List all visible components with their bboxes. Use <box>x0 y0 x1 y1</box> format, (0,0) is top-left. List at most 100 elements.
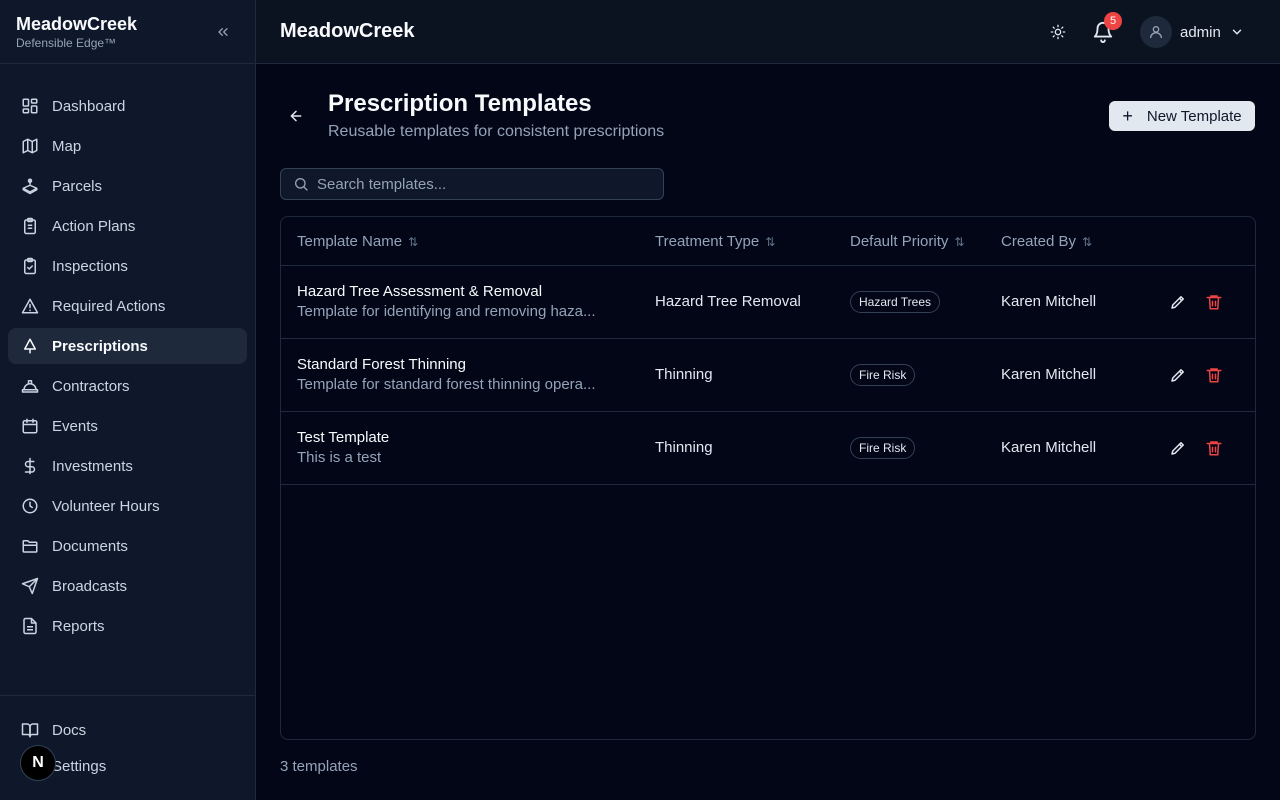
sidebar-item-label: Required Actions <box>52 297 166 315</box>
sidebar-item-parcels[interactable]: Parcels <box>8 168 247 204</box>
priority-badge: Fire Risk <box>850 364 916 386</box>
table-row[interactable]: Test Template This is a test Thinning Fi… <box>281 412 1255 485</box>
clipboard-icon <box>20 216 40 236</box>
sidebar-item-label: Prescriptions <box>52 337 148 355</box>
pencil-icon <box>1171 442 1184 455</box>
arrow-left-icon <box>290 110 302 122</box>
topbar: MeadowCreek 5 admin <box>256 0 1280 64</box>
trash-icon <box>1206 368 1222 383</box>
template-description: This is a test <box>297 449 382 466</box>
trash-icon <box>1206 295 1222 310</box>
search-icon <box>295 178 308 191</box>
edit-button[interactable] <box>1169 366 1187 384</box>
user-name: admin <box>1180 23 1221 41</box>
sidebar-item-events[interactable]: Events <box>8 408 247 444</box>
sidebar-item-required-actions[interactable]: Required Actions <box>8 288 247 324</box>
sidebar-item-label: Docs <box>52 721 87 739</box>
template-name-cell: Standard Forest Thinning Template for st… <box>297 356 596 394</box>
clock-icon <box>20 496 40 516</box>
hard-hat-icon <box>20 376 40 396</box>
templates-table: Template Name ⇅ Treatment Type ⇅ Default P… <box>280 216 1256 740</box>
sidebar-item-label: Events <box>52 417 98 435</box>
edit-button[interactable] <box>1169 439 1187 457</box>
sidebar-item-label: Map <box>52 137 82 155</box>
sun-icon <box>1050 24 1066 40</box>
created-by: Karen Mitchell <box>1001 439 1097 456</box>
chevrons-left-icon <box>218 27 228 36</box>
template-name-cell: Hazard Tree Assessment & Removal Templat… <box>297 283 596 321</box>
table-header: Template Name ⇅ Treatment Type ⇅ Default P… <box>281 217 1255 266</box>
dashboard-icon <box>20 96 40 116</box>
sidebar-item-label: Documents <box>52 537 128 555</box>
dev-tools-badge[interactable]: N <box>20 745 56 781</box>
search-input[interactable] <box>317 175 657 193</box>
edit-button[interactable] <box>1169 293 1187 311</box>
sort-icon: ⇅ <box>408 234 419 249</box>
sidebar-item-investments[interactable]: Investments <box>8 448 247 484</box>
column-label: Created By <box>1001 233 1077 250</box>
column-label: Treatment Type <box>655 233 760 250</box>
sidebar-item-documents[interactable]: Documents <box>8 528 247 564</box>
brand-subtitle: Defensible Edge™ <box>16 36 117 50</box>
treatment-type: Thinning <box>655 439 713 456</box>
plus-icon: + <box>1122 106 1133 126</box>
column-header-default-priority[interactable]: Default Priority ⇅ <box>850 233 964 250</box>
sidebar-item-label: Inspections <box>52 257 128 275</box>
sort-icon: ⇅ <box>1082 234 1093 249</box>
priority-badge: Hazard Trees <box>850 291 941 313</box>
sidebar-item-action-plans[interactable]: Action Plans <box>8 208 247 244</box>
parcels-icon <box>20 176 40 196</box>
map-icon <box>20 136 40 156</box>
column-header-created-by[interactable]: Created By ⇅ <box>1001 233 1092 250</box>
sidebar-item-inspections[interactable]: Inspections <box>8 248 247 284</box>
sidebar-item-map[interactable]: Map <box>8 128 247 164</box>
table-row[interactable]: Standard Forest Thinning Template for st… <box>281 339 1255 412</box>
created-by: Karen Mitchell <box>1001 366 1097 383</box>
sidebar-item-contractors[interactable]: Contractors <box>8 368 247 404</box>
clipboard-check-icon <box>20 256 40 276</box>
table-row[interactable]: Hazard Tree Assessment & Removal Templat… <box>281 266 1255 339</box>
treatment-type: Hazard Tree Removal <box>655 293 801 310</box>
user-menu[interactable]: admin <box>1140 16 1245 48</box>
template-name: Test Template <box>297 429 390 446</box>
sidebar-item-label: Action Plans <box>52 217 136 235</box>
sidebar-item-label: Investments <box>52 457 133 475</box>
sidebar-item-dashboard[interactable]: Dashboard <box>8 88 247 124</box>
book-icon <box>20 720 40 740</box>
page-subtitle: Reusable templates for consistent prescr… <box>328 123 665 140</box>
sidebar-item-prescriptions[interactable]: Prescriptions <box>8 328 247 364</box>
column-header-treatment-type[interactable]: Treatment Type ⇅ <box>655 233 775 250</box>
delete-button[interactable] <box>1205 293 1223 311</box>
delete-button[interactable] <box>1205 366 1223 384</box>
sidebar-item-label: Dashboard <box>52 97 126 115</box>
template-name: Standard Forest Thinning <box>297 356 466 373</box>
sort-icon: ⇅ <box>954 234 965 249</box>
column-label: Default Priority <box>850 233 949 250</box>
new-template-button[interactable]: + New Template <box>1109 101 1255 131</box>
theme-toggle-button[interactable] <box>1048 22 1068 42</box>
sidebar-item-label: Contractors <box>52 377 130 395</box>
sidebar-item-broadcasts[interactable]: Broadcasts <box>8 568 247 604</box>
sidebar-nav: Dashboard Map Parcels Action Plans Inspe… <box>8 88 247 648</box>
user-icon <box>1150 26 1162 39</box>
sidebar-item-label: Volunteer Hours <box>52 497 160 515</box>
brand-title: MeadowCreek <box>16 14 138 34</box>
calendar-icon <box>20 416 40 436</box>
sidebar: MeadowCreek Defensible Edge™ Dashboard M… <box>0 0 256 800</box>
column-header-template-name[interactable]: Template Name ⇅ <box>297 233 418 250</box>
sidebar-item-label: Settings <box>52 757 107 775</box>
sidebar-item-reports[interactable]: Reports <box>8 608 247 644</box>
sidebar-item-volunteer-hours[interactable]: Volunteer Hours <box>8 488 247 524</box>
collapse-sidebar-button[interactable] <box>213 22 233 42</box>
tree-icon <box>20 336 40 356</box>
delete-button[interactable] <box>1205 439 1223 457</box>
template-description: Template for identifying and removing ha… <box>297 303 596 320</box>
pencil-icon <box>1171 296 1184 309</box>
main-content: Prescription Templates Reusable template… <box>256 64 1280 800</box>
folder-icon <box>20 536 40 556</box>
notification-count-badge: 5 <box>1104 12 1122 30</box>
brand: MeadowCreek Defensible Edge™ <box>0 0 255 64</box>
back-button[interactable] <box>286 106 306 126</box>
column-label: Template Name <box>297 233 403 250</box>
sidebar-item-docs[interactable]: Docs <box>8 712 247 748</box>
